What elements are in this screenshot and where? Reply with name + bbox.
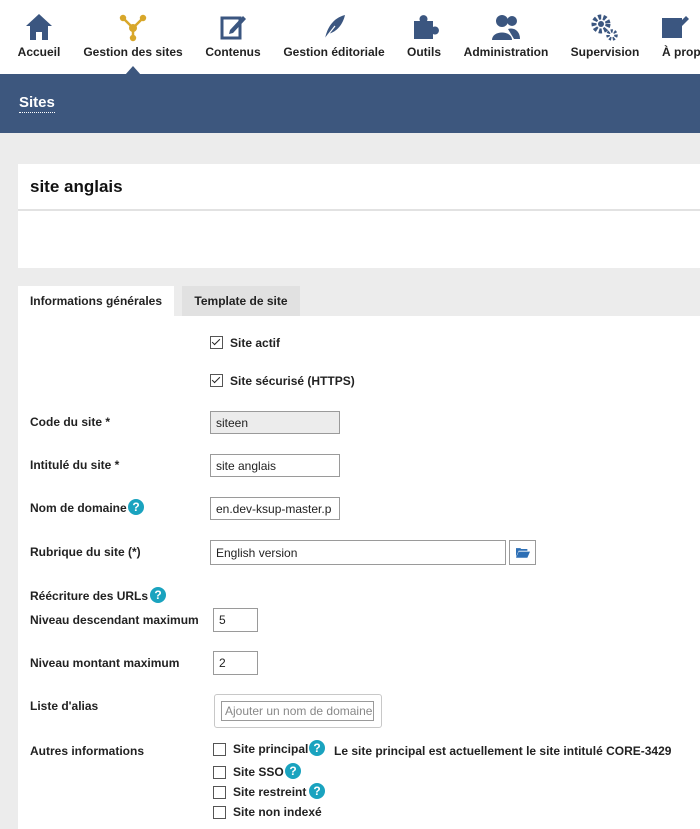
reecriture-label: Réécriture des URLs	[30, 589, 149, 603]
top-navigation: Accueil Gestion des sites Contenus Gesti…	[0, 0, 700, 75]
site-restreint-checkbox[interactable]	[213, 786, 226, 799]
site-securise-label: Site sécurisé (HTTPS)	[230, 374, 355, 388]
nav-item-accueil[interactable]: Accueil	[6, 0, 72, 74]
site-principal-note: Le site principal est actuellement le si…	[334, 744, 672, 758]
tab-informations-generales[interactable]: Informations générales	[18, 286, 174, 316]
nav-label: Supervision	[570, 45, 640, 59]
nav-label: Accueil	[17, 45, 61, 59]
puzzle-icon	[414, 15, 439, 40]
code-label: Code du site *	[30, 415, 111, 429]
nav-label: À propos	[662, 45, 700, 59]
nav-label: Gestion des sites	[83, 45, 183, 59]
divider	[18, 209, 700, 211]
feather-icon	[323, 15, 345, 41]
tab-template-de-site[interactable]: Template de site	[182, 286, 300, 316]
nav-label: Administration	[463, 45, 549, 59]
title-card: site anglais	[18, 164, 700, 268]
nav-item-gestion-editoriale[interactable]: Gestion éditoriale	[278, 0, 390, 74]
section-banner: Sites	[0, 74, 700, 133]
domaine-help-icon[interactable]: ?	[128, 499, 144, 515]
site-sso-checkbox[interactable]	[213, 766, 226, 779]
domaine-label: Nom de domaine	[30, 501, 127, 515]
users-icon	[492, 15, 520, 40]
gears-icon	[591, 14, 618, 41]
site-sso-help-icon[interactable]: ?	[285, 763, 301, 779]
intitule-label: Intitulé du site *	[30, 458, 120, 472]
site-sso-label: Site SSO	[233, 765, 284, 779]
pencil-icon	[662, 16, 689, 38]
home-icon	[26, 14, 52, 40]
nav-item-a-propos[interactable]: À propos	[658, 0, 700, 74]
nav-item-supervision[interactable]: Supervision	[566, 0, 644, 74]
site-restreint-help-icon[interactable]: ?	[309, 783, 325, 799]
site-actif-checkbox[interactable]	[210, 336, 223, 349]
niveau-montant-label: Niveau montant maximum	[30, 656, 180, 670]
nav-label: Gestion éditoriale	[283, 45, 385, 59]
alias-container: Ajouter un nom de domaine	[214, 694, 382, 728]
folder-open-icon	[516, 548, 530, 558]
site-principal-label: Site principal	[233, 742, 309, 756]
reecriture-help-icon[interactable]: ?	[150, 587, 166, 603]
domaine-field[interactable]: en.dev-ksup-master.p	[210, 497, 340, 520]
rubrique-field[interactable]: English version	[210, 540, 506, 565]
sitemap-icon	[119, 14, 147, 42]
nav-item-administration[interactable]: Administration	[458, 0, 554, 74]
nav-item-contenus[interactable]: Contenus	[198, 0, 268, 74]
code-field[interactable]: siteen	[210, 411, 340, 434]
browse-rubrique-button[interactable]	[509, 540, 536, 565]
banner-title[interactable]: Sites	[19, 94, 55, 113]
page-title: site anglais	[30, 177, 123, 196]
site-non-indexe-checkbox[interactable]	[213, 806, 226, 819]
niveau-montant-field[interactable]: 2	[213, 651, 258, 675]
nav-item-gestion-des-sites[interactable]: Gestion des sites	[78, 0, 188, 75]
alias-input[interactable]: Ajouter un nom de domaine	[221, 701, 374, 721]
nav-label: Contenus	[205, 45, 261, 59]
site-securise-checkbox[interactable]	[210, 374, 223, 387]
nav-label: Outils	[406, 45, 441, 59]
site-principal-checkbox[interactable]	[213, 743, 226, 756]
autres-label: Autres informations	[30, 744, 145, 758]
site-actif-label: Site actif	[230, 336, 281, 350]
niveau-descendant-label: Niveau descendant maximum	[30, 613, 199, 627]
niveau-descendant-field[interactable]: 5	[213, 608, 258, 632]
rubrique-label: Rubrique du site (*)	[30, 545, 141, 559]
intitule-field[interactable]: site anglais	[210, 454, 340, 477]
edit-icon	[220, 16, 246, 40]
alias-label: Liste d'alias	[30, 699, 99, 713]
site-principal-help-icon[interactable]: ?	[309, 740, 325, 756]
site-non-indexe-label: Site non indexé	[233, 805, 322, 819]
nav-item-outils[interactable]: Outils	[398, 0, 450, 74]
site-restreint-label: Site restreint	[233, 785, 307, 799]
